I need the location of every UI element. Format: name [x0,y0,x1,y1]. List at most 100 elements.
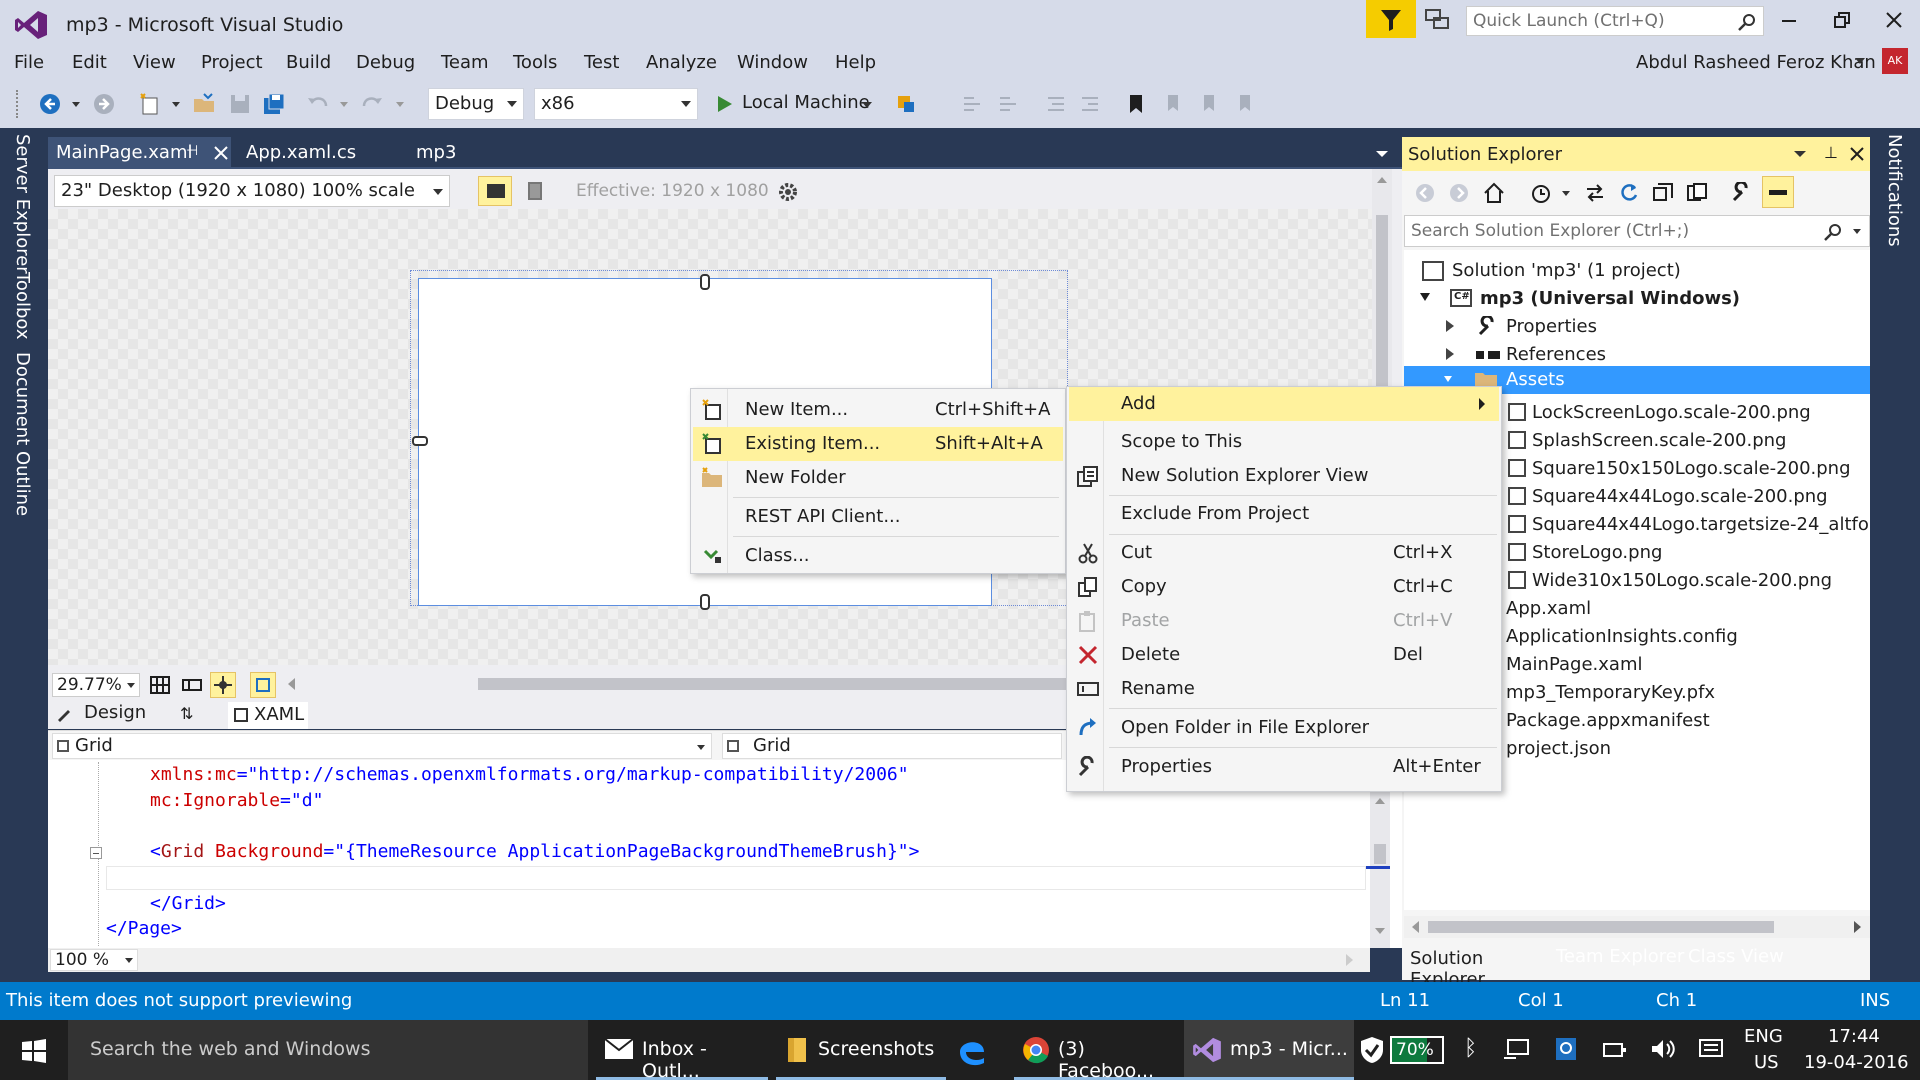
collapse-icon[interactable] [90,847,102,859]
top-anchor-icon[interactable] [700,274,710,290]
tab-xaml[interactable]: XAML [228,702,308,729]
menu-properties[interactable]: Properties Alt+Enter [1067,750,1501,784]
expanded-arrow-icon[interactable] [1420,293,1430,301]
menu-tools[interactable]: Tools [513,52,557,73]
left-anchor-icon[interactable] [412,436,428,446]
save-icon[interactable] [228,92,252,116]
tab-toolbox[interactable]: Toolbox [12,272,33,340]
undo-dropdown-icon[interactable] [340,102,348,107]
menu-help[interactable]: Help [835,52,876,73]
menu-add[interactable]: Add [1069,387,1499,421]
prev-bookmark-icon[interactable] [1160,92,1184,116]
snap-gridlines-button[interactable] [210,672,236,698]
portrait-button[interactable] [518,176,552,206]
forward-icon[interactable] [92,92,116,116]
bottom-anchor-icon[interactable] [700,594,710,610]
undo-icon[interactable] [306,92,330,116]
element-select-left[interactable]: Grid [52,733,712,759]
minimize-button[interactable] [1782,20,1796,22]
power-plug-icon[interactable] [1602,1038,1628,1060]
tab-overflow-icon[interactable] [1376,151,1388,157]
scroll-right-icon[interactable] [1854,921,1861,933]
indent-icon[interactable] [1078,92,1102,116]
menu-open-folder[interactable]: Open Folder in File Explorer [1067,711,1501,745]
menu-scope-to-this[interactable]: Scope to This [1067,425,1501,459]
se-search-input[interactable]: Search Solution Explorer (Ctrl+;) [1404,215,1870,247]
menu-project[interactable]: Project [201,52,263,73]
edge-browser-icon[interactable] [956,1034,988,1066]
action-center-icon[interactable] [1698,1038,1724,1062]
tab-app-xaml-cs[interactable]: App.xaml.cs [238,137,364,169]
menu-delete[interactable]: Delete Del [1067,638,1501,672]
code-zoom-select[interactable]: 100 % [50,949,138,971]
clock-date[interactable]: 19-04-2016 [1804,1052,1909,1073]
settings-gear-icon[interactable] [776,180,800,204]
collapsed-arrow-icon[interactable] [1446,348,1454,360]
battery-indicator[interactable]: 70% [1390,1036,1444,1064]
home-icon[interactable] [1482,181,1506,205]
back-icon[interactable] [38,92,62,116]
security-icon[interactable] [1554,1036,1578,1062]
menu-new-se-view[interactable]: New Solution Explorer View [1067,459,1501,493]
clear-bookmarks-icon[interactable] [1232,92,1256,116]
next-bookmark-icon[interactable] [1196,92,1220,116]
scroll-up-icon[interactable] [1377,177,1387,183]
tab-notifications[interactable]: Notifications [1884,134,1905,247]
language-indicator[interactable]: ENG [1744,1026,1783,1047]
menu-class[interactable]: Class... [691,539,1065,573]
live-tree-icon[interactable] [894,92,918,116]
scroll-up-icon[interactable] [1375,798,1385,804]
sync-icon[interactable] [1584,182,1606,204]
play-icon[interactable] [712,92,736,116]
menu-analyze[interactable]: Analyze [646,52,717,73]
expanded-arrow-icon[interactable] [1444,376,1452,382]
tree-file[interactable]: MainPage.xaml [1506,654,1643,675]
new-dropdown-icon[interactable] [172,102,180,107]
step-out-icon[interactable] [996,92,1020,116]
network-icon[interactable] [1504,1038,1530,1060]
redo-icon[interactable] [360,92,384,116]
region-indicator[interactable]: US [1754,1052,1779,1073]
scroll-left-icon[interactable] [288,678,295,690]
restore-button[interactable] [1834,12,1850,28]
device-select[interactable]: 23" Desktop (1920 x 1080) 100% scale [54,175,450,207]
menu-window[interactable]: Window [737,52,808,73]
swap-panes-icon[interactable]: ⇅ [180,704,193,723]
menu-test[interactable]: Test [584,52,619,73]
windows-start-icon[interactable] [22,1039,46,1063]
run-button[interactable]: Local Machine [742,92,870,113]
config-select[interactable]: Debug [428,88,524,120]
pending-changes-icon[interactable] [1530,182,1552,204]
tree-file[interactable]: Package.appxmanifest [1506,710,1710,731]
menu-exclude-from-project[interactable]: Exclude From Project [1067,497,1501,531]
show-all-files-icon[interactable] [1686,182,1708,204]
tab-team-explorer[interactable]: Team Explorer [1556,946,1684,967]
menu-new-folder[interactable]: New Folder [691,461,1065,495]
tree-file[interactable]: mp3_TemporaryKey.pfx [1506,682,1715,703]
tab-mainpage-xaml[interactable]: MainPage.xaml ⊣ [48,137,231,169]
menu-paste[interactable]: Paste Ctrl+V [1067,604,1501,638]
save-all-icon[interactable] [262,92,286,116]
menu-cut[interactable]: Cut Ctrl+X [1067,536,1501,570]
defender-shield-icon[interactable] [1360,1036,1384,1064]
collapsed-arrow-icon[interactable] [1446,320,1454,332]
menu-file[interactable]: File [14,52,44,73]
tab-class-view[interactable]: Class View [1688,946,1784,967]
tab-document-outline[interactable]: Document Outline [12,352,33,516]
menu-existing-item[interactable]: Existing Item... Shift+Alt+A [693,427,1063,461]
pin-icon[interactable]: ⊥ [1824,143,1838,162]
tree-file[interactable]: Square44x44Logo.targetsize-24_altform-ur [1508,514,1870,538]
new-project-icon[interactable] [138,92,162,116]
quick-launch-input[interactable]: Quick Launch (Ctrl+Q) [1466,6,1764,36]
menu-debug[interactable]: Debug [356,52,415,73]
tree-file[interactable]: ApplicationInsights.config [1506,626,1738,647]
back-icon[interactable] [1414,182,1436,204]
se-hscrollbar[interactable] [1404,916,1870,938]
refresh-icon[interactable] [1618,182,1640,204]
scroll-thumb[interactable] [1374,844,1386,864]
tab-solution-explorer[interactable]: Solution Explorer [1404,944,1550,990]
menu-view[interactable]: View [133,52,176,73]
panel-menu-icon[interactable] [1794,151,1806,157]
bookmark-icon[interactable] [1124,92,1148,116]
platform-select[interactable]: x86 [534,88,698,120]
